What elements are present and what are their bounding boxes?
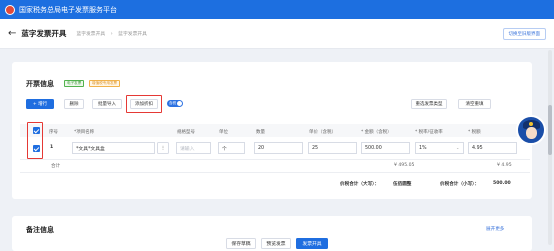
- spec-input[interactable]: 请输入: [176, 142, 211, 154]
- row-divider: [20, 172, 530, 173]
- switch-label: 切换至旧版界面: [508, 32, 541, 37]
- breadcrumb: 蓝字发票开具 › 蓝字发票开具: [76, 30, 151, 37]
- batch-import-button[interactable]: 批量导入: [92, 99, 122, 109]
- back-arrow-icon[interactable]: ←: [8, 28, 16, 39]
- column-header-tax: * 税额: [468, 130, 481, 135]
- row-divider: [20, 159, 530, 160]
- page-title: 蓝字发票开具: [21, 29, 67, 38]
- tag-vat-special-invoice: 增值税专用发票: [89, 80, 121, 87]
- column-header-unit-price: 单价（含税）: [309, 130, 336, 135]
- subtotal-tax: ¥ 4.95: [497, 163, 512, 168]
- unit-price-input[interactable]: 25: [308, 142, 357, 154]
- expand-more-link[interactable]: 展开更多: [486, 226, 504, 232]
- add-row-button[interactable]: + 增行: [26, 99, 54, 109]
- issue-invoice-button[interactable]: 发票开具: [296, 238, 328, 249]
- switch-old-version-button[interactable]: 切换至旧版界面: [502, 28, 546, 40]
- column-header-tax-rate: * 税率/征收率: [415, 130, 443, 135]
- column-header-unit: 单位: [219, 130, 228, 135]
- preview-invoice-button[interactable]: 预览发票: [261, 238, 291, 249]
- scrollbar-thumb[interactable]: [548, 105, 552, 155]
- table-header: [20, 124, 530, 137]
- breadcrumb-item-current: 蓝字发票开具: [118, 32, 147, 37]
- delete-button[interactable]: 删除: [64, 99, 84, 109]
- app-title: 国家税务总局电子发票服务平台: [19, 5, 117, 14]
- highlight-add-discount: [126, 95, 162, 113]
- chevron-down-icon: ⌄: [456, 145, 460, 150]
- item-name-input[interactable]: *文具*文具盒: [72, 142, 155, 154]
- assistant-avatar[interactable]: [516, 115, 546, 145]
- face-icon: [526, 127, 537, 139]
- clear-refill-button[interactable]: 清空重填: [458, 99, 491, 109]
- save-draft-button[interactable]: 保存草稿: [226, 238, 256, 249]
- highlight-checkboxes: [27, 122, 43, 159]
- column-header-spec: 规格型号: [177, 130, 195, 135]
- row-index: 1: [50, 145, 54, 150]
- app-header: 国家税务总局电子发票服务平台: [0, 0, 554, 19]
- total-upper-label: 价税合计（大写）：: [340, 182, 380, 187]
- tax-included-toggle[interactable]: 含税: [167, 100, 183, 107]
- breadcrumb-separator: ›: [110, 32, 113, 37]
- toggle-label: 含税: [169, 101, 176, 105]
- more-dots-icon: ⋮: [160, 145, 166, 151]
- subtotal-amount: ¥ 495.05: [394, 163, 415, 168]
- item-select-button[interactable]: ⋮: [157, 142, 169, 154]
- tax-emblem-icon: [5, 4, 15, 15]
- breadcrumb-item[interactable]: 蓝字发票开具: [76, 32, 105, 37]
- tax-input[interactable]: 4.95: [468, 142, 517, 154]
- amount-input[interactable]: 500.00: [361, 142, 410, 154]
- badge-icon: [529, 122, 533, 126]
- unit-input[interactable]: 个: [218, 142, 245, 154]
- total-lower-value: 500.00: [493, 181, 511, 186]
- reselect-invoice-type-button[interactable]: 重选发票类型: [411, 99, 447, 109]
- column-header-quantity: 数量: [256, 130, 265, 135]
- page-header: ← 蓝字发票开具 蓝字发票开具 › 蓝字发票开具 切换至旧版界面: [0, 19, 554, 49]
- tag-electronic-invoice: 电子发票: [64, 80, 85, 87]
- section-title-invoice-info: 开票信息: [26, 80, 54, 88]
- column-header-index: 序号: [49, 130, 58, 135]
- quantity-input[interactable]: 20: [254, 142, 303, 154]
- total-lower-label: 价税合计（小写）：: [440, 182, 480, 187]
- subtotal-label: 合计: [51, 164, 61, 169]
- scrollbar[interactable]: [548, 50, 552, 245]
- column-header-item-name: *项目名称: [74, 130, 95, 135]
- column-header-amount: * 金额（含税）: [361, 130, 392, 135]
- section-title-remark: 备注信息: [26, 226, 54, 234]
- total-upper-value: 伍佰圆整: [393, 182, 412, 187]
